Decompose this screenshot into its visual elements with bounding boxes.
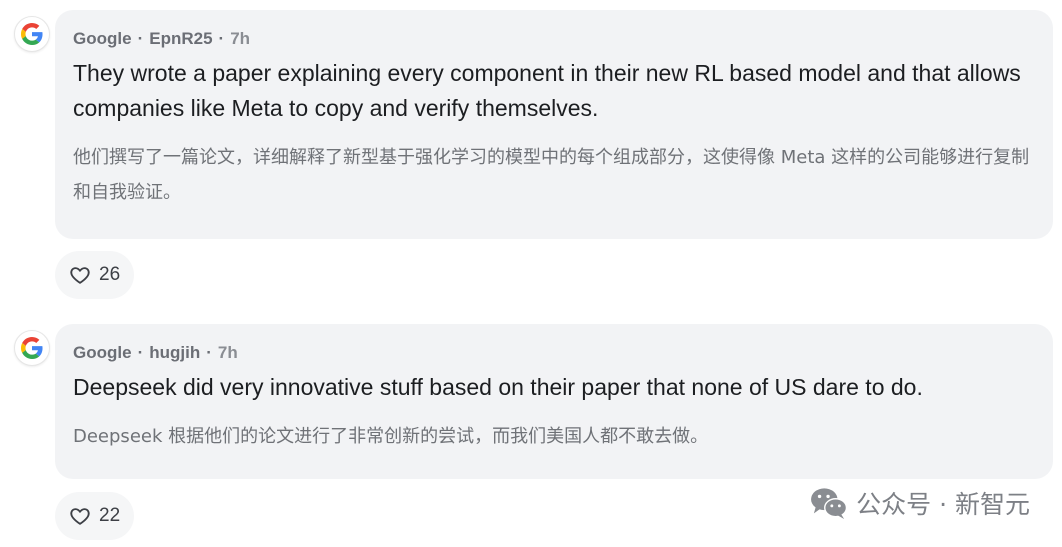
heart-icon [70,508,90,525]
like-count: 26 [99,264,121,285]
comment-translation: 他们撰写了一篇论文，详细解释了新型基于强化学习的模型中的每个组成部分，这使得像 … [73,147,1030,203]
google-logo-icon [21,337,43,359]
comment-text: They wrote a paper explaining every comp… [73,60,1021,121]
google-logo-icon [21,23,43,45]
avatar[interactable] [14,330,50,366]
avatar[interactable] [14,16,50,52]
comment-time: 7h [217,343,238,362]
comment-meta: Google · EpnR25 · 7h [73,28,1035,50]
comment-time: 7h [230,29,251,48]
comment-bubble: Google · hugjih · 7h Deepseek did very innov… [55,324,1053,479]
meta-separator: · [206,343,212,362]
comment-translation: Deepseek 根据他们的论文进行了非常创新的尝试，而我们美国人都不敢去做。 [73,426,709,447]
meta-separator: · [137,343,144,362]
like-button[interactable]: 22 [55,492,135,540]
comment-source: Google [73,343,132,362]
comment-text: Deepseek did very innovative stuff based… [73,374,923,400]
comment-source: Google [73,29,132,48]
comment-thread: Google · EpnR25 · 7h They wrote a paper expl… [0,0,1062,547]
watermark-text: 公众号 · 新智元 [856,490,1030,519]
comment-username[interactable]: hugjih [149,343,200,362]
comment-username[interactable]: EpnR25 [149,29,212,48]
comment-meta: Google · hugjih · 7h [73,342,1035,364]
heart-icon [70,267,90,284]
meta-separator: · [218,29,225,48]
like-count: 22 [99,505,121,526]
wechat-icon [811,488,848,520]
meta-separator: · [137,29,144,48]
comment-bubble: Google · EpnR25 · 7h They wrote a paper expl… [55,10,1053,239]
like-button[interactable]: 26 [55,251,135,299]
watermark: 公众号 · 新智元 [810,485,1030,521]
